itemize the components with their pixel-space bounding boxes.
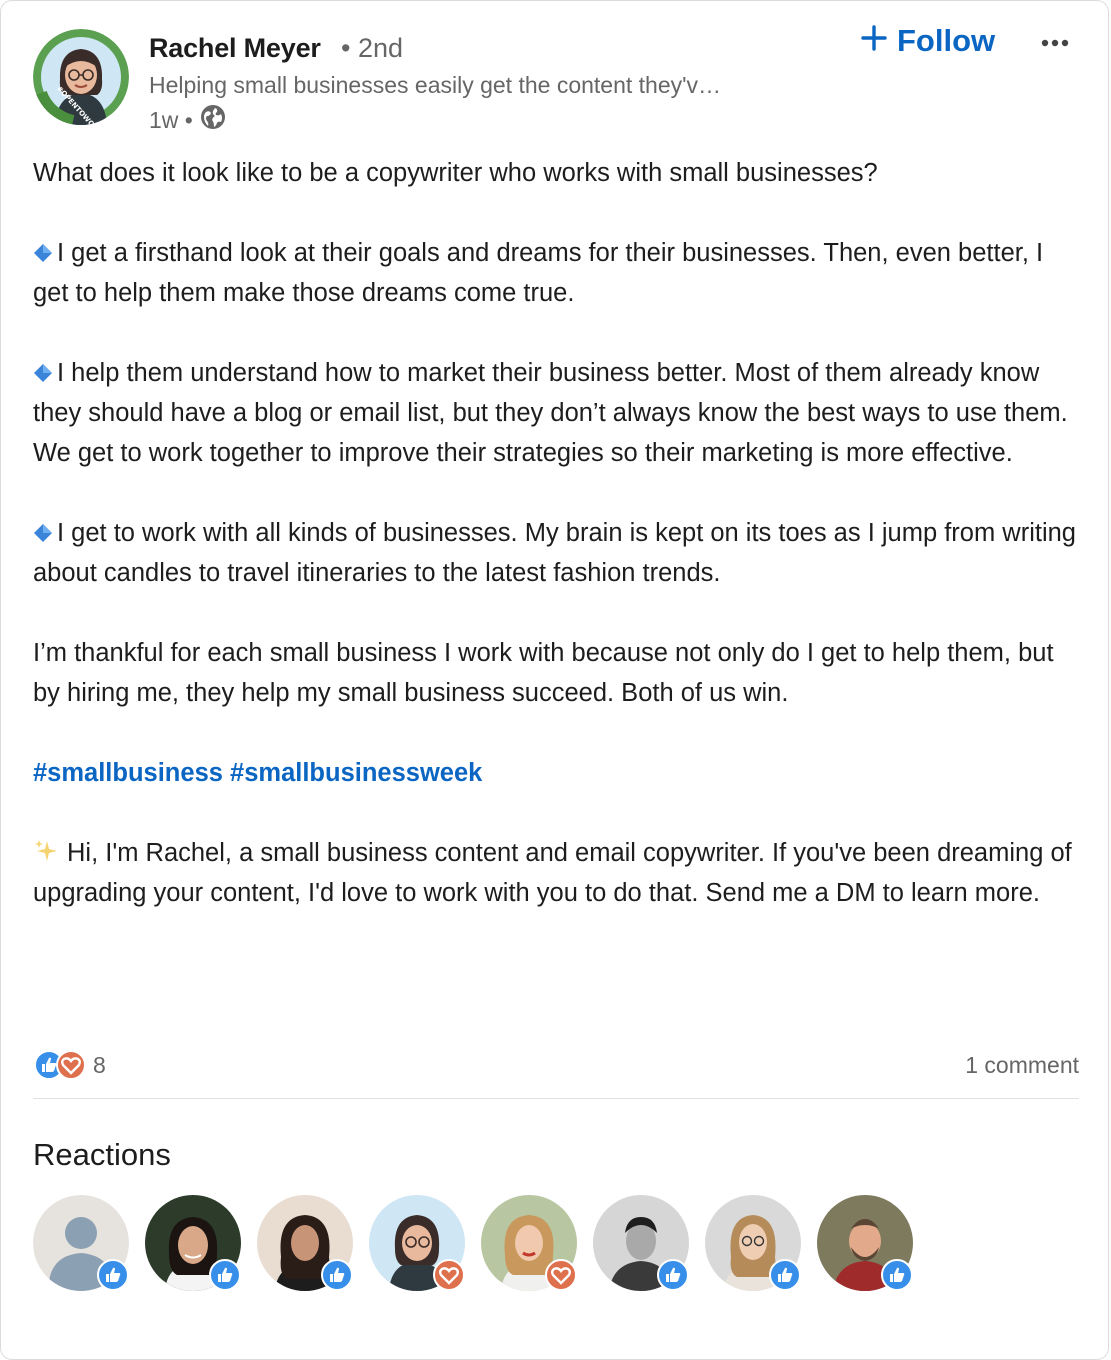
- reactor-avatar[interactable]: [369, 1195, 465, 1291]
- follow-button[interactable]: Follow: [861, 23, 995, 59]
- reaction-count[interactable]: 8: [93, 1052, 106, 1079]
- author-name[interactable]: Rachel Meyer: [149, 33, 321, 64]
- post-signature: Hi, I'm Rachel, a small business content…: [33, 833, 1083, 913]
- like-badge-icon: [321, 1259, 353, 1291]
- post-text: What does it look like to be a copywrite…: [33, 153, 1083, 913]
- post-card: #OPENTOWORK Rachel Meyer • 2nd Helping s…: [0, 0, 1109, 1360]
- like-badge-icon: [881, 1259, 913, 1291]
- sparkles-icon: [35, 840, 57, 861]
- love-badge-icon: [545, 1259, 577, 1291]
- signature-text: Hi, I'm Rachel, a small business content…: [33, 839, 1072, 907]
- blue-diamond-icon: [34, 244, 52, 262]
- reactor-avatar[interactable]: [145, 1195, 241, 1291]
- reactor-avatar[interactable]: [705, 1195, 801, 1291]
- post-bullet: I get a firsthand look at their goals an…: [33, 233, 1083, 313]
- divider: [33, 1098, 1079, 1099]
- post-bullet: I help them understand how to market the…: [33, 353, 1083, 473]
- post-bullet: I get to work with all kinds of business…: [33, 513, 1083, 593]
- ellipsis-icon: [1037, 39, 1077, 67]
- blue-diamond-icon: [34, 524, 52, 542]
- more-options-button[interactable]: [1037, 23, 1077, 63]
- author-avatar[interactable]: #OPENTOWORK: [33, 29, 129, 125]
- hashtags: #smallbusiness #smallbusinessweek: [33, 753, 1083, 793]
- social-counts: 8 1 comment: [33, 1045, 1079, 1085]
- bullet-text: I get a firsthand look at their goals an…: [33, 239, 1044, 307]
- love-badge-icon: [433, 1259, 465, 1291]
- hashtag-link[interactable]: #smallbusinessweek: [230, 759, 482, 787]
- reactor-avatar[interactable]: [817, 1195, 913, 1291]
- like-badge-icon: [657, 1259, 689, 1291]
- reactor-avatar[interactable]: [593, 1195, 689, 1291]
- reaction-icons[interactable]: [33, 1049, 93, 1081]
- bullet-text: I help them understand how to market the…: [33, 359, 1068, 467]
- reactions-heading: Reactions: [33, 1137, 171, 1172]
- author-headline: Helping small businesses easily get the …: [149, 72, 722, 98]
- reactors-list: [33, 1195, 1093, 1295]
- post-time: 1w •: [149, 106, 193, 133]
- post-intro: What does it look like to be a copywrite…: [33, 159, 878, 187]
- comment-count[interactable]: 1 comment: [965, 1052, 1079, 1079]
- blue-diamond-icon: [34, 364, 52, 382]
- follow-label: Follow: [897, 23, 996, 58]
- reactor-avatar[interactable]: [33, 1195, 129, 1291]
- love-icon: [56, 1050, 86, 1080]
- like-badge-icon: [209, 1259, 241, 1291]
- reactor-avatar[interactable]: [257, 1195, 353, 1291]
- hashtag-link[interactable]: #smallbusiness: [33, 759, 223, 787]
- plus-icon: [861, 23, 887, 59]
- bullet-text: I get to work with all kinds of business…: [33, 519, 1076, 587]
- reactor-avatar[interactable]: [481, 1195, 577, 1291]
- post-meta: 1w •: [149, 103, 227, 137]
- like-badge-icon: [97, 1259, 129, 1291]
- connection-degree: • 2nd: [341, 33, 404, 63]
- globe-icon: [199, 103, 227, 137]
- post-thanks: I’m thankful for each small business I w…: [33, 639, 1054, 707]
- like-badge-icon: [769, 1259, 801, 1291]
